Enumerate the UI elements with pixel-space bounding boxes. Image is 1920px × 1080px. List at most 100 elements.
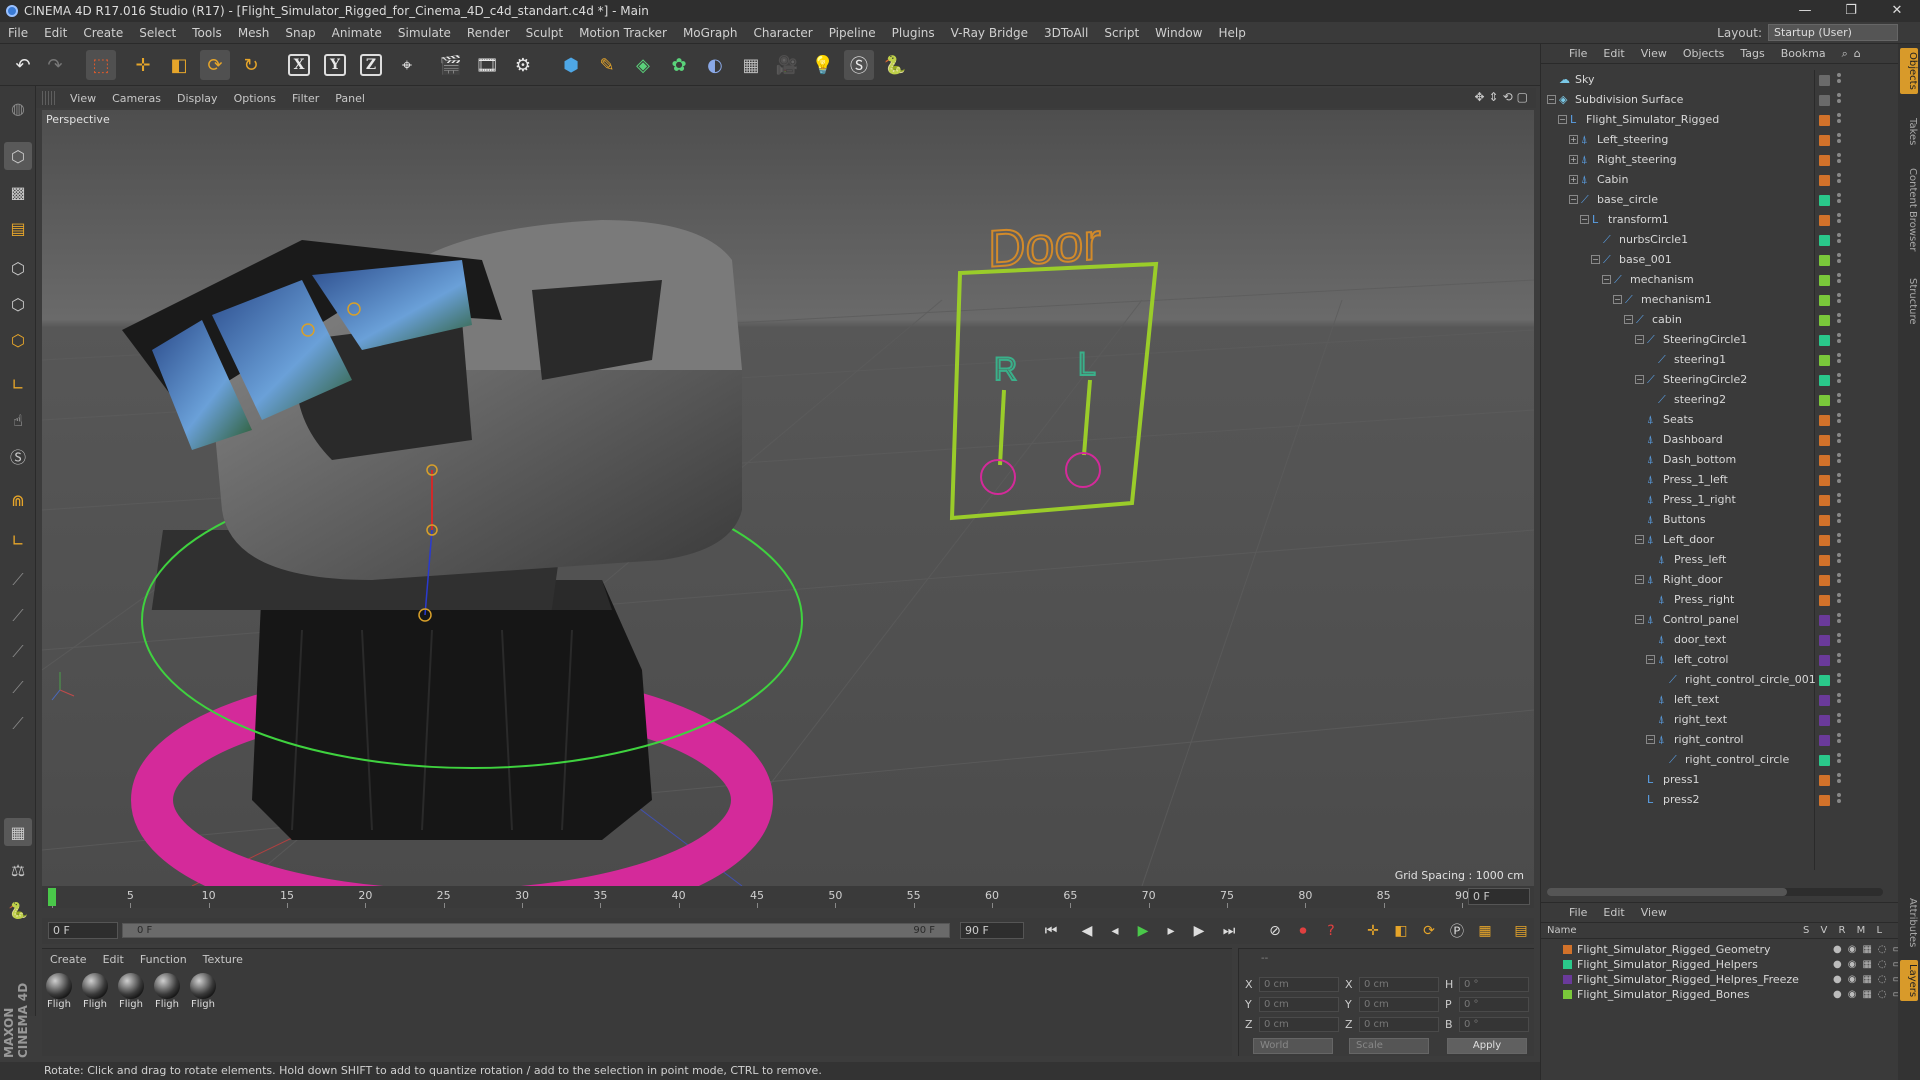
layer-color-swatch[interactable] bbox=[1819, 615, 1830, 626]
redo-icon[interactable]: ↷ bbox=[40, 50, 70, 80]
layer-color-swatch[interactable] bbox=[1563, 990, 1572, 999]
object-row[interactable]: ⟋ steering2 bbox=[1541, 390, 1899, 410]
world-coordinate-icon[interactable]: ⌖ bbox=[392, 50, 422, 80]
object-row[interactable]: − ⟋ base_circle bbox=[1541, 190, 1899, 210]
visibility-dots-icon[interactable] bbox=[1837, 293, 1843, 305]
menu-window[interactable]: Window bbox=[1147, 26, 1210, 40]
layer-color-swatch[interactable] bbox=[1563, 945, 1572, 954]
edges-mode-icon[interactable]: ⬡ bbox=[4, 290, 32, 318]
viewport-menu-panel[interactable]: Panel bbox=[327, 92, 373, 105]
pos-y-field[interactable]: 0 cm bbox=[1259, 997, 1339, 1012]
layer-color-swatch[interactable] bbox=[1819, 355, 1830, 366]
visibility-dots-icon[interactable] bbox=[1837, 453, 1843, 465]
object-row[interactable]: ⍋ Dash_bottom bbox=[1541, 450, 1899, 470]
layer-color-swatch[interactable] bbox=[1819, 195, 1830, 206]
object-row[interactable]: ⟋ right_control_circle bbox=[1541, 750, 1899, 770]
visibility-dots-icon[interactable] bbox=[1837, 513, 1843, 525]
viewport-menu-filter[interactable]: Filter bbox=[284, 92, 327, 105]
size-y-field[interactable]: 0 cm bbox=[1359, 997, 1439, 1012]
menu-mesh[interactable]: Mesh bbox=[230, 26, 278, 40]
visibility-dots-icon[interactable] bbox=[1837, 113, 1843, 125]
close-button[interactable]: ✕ bbox=[1874, 0, 1920, 22]
object-row[interactable]: − ⟋ SteeringCircle1 bbox=[1541, 330, 1899, 350]
collapse-icon[interactable]: − bbox=[1547, 95, 1556, 104]
tab-content-browser[interactable]: Content Browser bbox=[1900, 164, 1918, 255]
record-key-icon[interactable]: ⏺ bbox=[1292, 921, 1314, 941]
solo-icon[interactable]: Ⓢ bbox=[4, 442, 32, 470]
object-row[interactable]: ⍋ door_text bbox=[1541, 630, 1899, 650]
material-menu-function[interactable]: Function bbox=[132, 953, 195, 966]
layer-color-swatch[interactable] bbox=[1819, 795, 1830, 806]
visibility-dots-icon[interactable] bbox=[1837, 253, 1843, 265]
layer-color-swatch[interactable] bbox=[1819, 675, 1830, 686]
object-row[interactable]: ⟋ nurbsCircle1 bbox=[1541, 230, 1899, 250]
home-icon[interactable]: ⌂ bbox=[1854, 47, 1861, 60]
material-swatch[interactable]: Fligh bbox=[152, 973, 182, 1010]
material-swatch[interactable]: Fligh bbox=[44, 973, 74, 1010]
material-menu-create[interactable]: Create bbox=[42, 953, 95, 966]
timeline-menu-icon[interactable]: ▤ bbox=[1510, 921, 1532, 941]
texture-mode-icon[interactable]: ▩ bbox=[4, 178, 32, 206]
edit-render-settings-icon[interactable]: ⚙ bbox=[508, 50, 538, 80]
collapse-icon[interactable]: − bbox=[1624, 315, 1633, 324]
x-axis-icon[interactable]: X bbox=[284, 50, 314, 80]
layer-color-swatch[interactable] bbox=[1819, 635, 1830, 646]
menu-help[interactable]: Help bbox=[1210, 26, 1253, 40]
size-z-field[interactable]: 0 cm bbox=[1359, 1017, 1439, 1032]
layer-color-swatch[interactable] bbox=[1819, 555, 1830, 566]
y-workplane-icon[interactable]: ⟋ bbox=[4, 638, 32, 666]
current-frame-field[interactable]: 0 F bbox=[1468, 888, 1530, 905]
rotate-icon[interactable]: ⟳ bbox=[200, 50, 230, 80]
layer-color-swatch[interactable] bbox=[1819, 535, 1830, 546]
tab-attributes[interactable]: Attributes bbox=[1900, 894, 1918, 951]
play-icon[interactable]: ▶ bbox=[1132, 921, 1154, 941]
expand-icon[interactable]: + bbox=[1569, 175, 1578, 184]
step-forward-icon[interactable]: ▸ bbox=[1160, 921, 1182, 941]
collapse-icon[interactable]: − bbox=[1646, 735, 1655, 744]
step-back-icon[interactable]: ◂ bbox=[1104, 921, 1126, 941]
layer-color-swatch[interactable] bbox=[1819, 235, 1830, 246]
collapse-icon[interactable]: − bbox=[1569, 195, 1578, 204]
workplane-icon[interactable]: ▤ bbox=[4, 214, 32, 242]
object-row[interactable]: − ⍋ Right_door bbox=[1541, 570, 1899, 590]
scrollbar-thumb[interactable] bbox=[1547, 888, 1787, 896]
python-icon[interactable]: 🐍 bbox=[880, 50, 910, 80]
visibility-dots-icon[interactable] bbox=[1837, 533, 1843, 545]
visibility-dots-icon[interactable] bbox=[1837, 213, 1843, 225]
maximize-button[interactable]: ❐ bbox=[1828, 0, 1874, 22]
menu-3dtoall[interactable]: 3DToAll bbox=[1036, 26, 1096, 40]
motion-record-icon[interactable]: ⊘ bbox=[1264, 921, 1286, 941]
menu-sculpt[interactable]: Sculpt bbox=[518, 26, 571, 40]
goto-end-icon[interactable]: ⏭ bbox=[1218, 921, 1240, 941]
layout-dropdown[interactable]: Startup (User) bbox=[1768, 24, 1898, 41]
layer-row[interactable]: Flight_Simulator_Rigged_Helpers ●◉▦◌▭ bbox=[1563, 958, 1902, 973]
menu-snap[interactable]: Snap bbox=[277, 26, 323, 40]
object-row[interactable]: + ⍋ Cabin bbox=[1541, 170, 1899, 190]
key-scale-icon[interactable]: ◧ bbox=[1390, 921, 1412, 941]
dolly-view-icon[interactable]: ⇕ bbox=[1489, 90, 1499, 104]
visibility-dots-icon[interactable] bbox=[1837, 413, 1843, 425]
object-row[interactable]: ☁ Sky bbox=[1541, 70, 1899, 90]
layer-color-swatch[interactable] bbox=[1819, 655, 1830, 666]
layer-color-swatch[interactable] bbox=[1819, 775, 1830, 786]
search-icon[interactable]: ⌕ bbox=[1842, 47, 1848, 61]
locked-workplane-icon[interactable]: ∟ bbox=[4, 526, 32, 554]
frame-range-slider[interactable]: 0 F 90 F bbox=[122, 923, 950, 938]
layer-color-swatch[interactable] bbox=[1819, 515, 1830, 526]
polygons-mode-icon[interactable]: ⬡ bbox=[4, 326, 32, 354]
om-menu-edit[interactable]: Edit bbox=[1595, 47, 1632, 60]
menu-vray-bridge[interactable]: V-Ray Bridge bbox=[943, 26, 1036, 40]
collapse-icon[interactable]: − bbox=[1591, 255, 1600, 264]
visibility-dots-icon[interactable] bbox=[1837, 793, 1843, 805]
viewport-menu-options[interactable]: Options bbox=[226, 92, 284, 105]
scale-icon[interactable]: ◧ bbox=[164, 50, 194, 80]
visibility-dots-icon[interactable] bbox=[1837, 733, 1843, 745]
object-row[interactable]: − ⍋ Left_door bbox=[1541, 530, 1899, 550]
visibility-dots-icon[interactable] bbox=[1837, 73, 1843, 85]
layer-color-swatch[interactable] bbox=[1819, 415, 1830, 426]
object-row[interactable]: + ⍋ Left_steering bbox=[1541, 130, 1899, 150]
lm-menu-view[interactable]: View bbox=[1633, 906, 1675, 919]
lm-menu-file[interactable]: File bbox=[1561, 906, 1595, 919]
material-swatch[interactable]: Fligh bbox=[188, 973, 218, 1010]
cloner-icon[interactable]: ✿ bbox=[664, 50, 694, 80]
